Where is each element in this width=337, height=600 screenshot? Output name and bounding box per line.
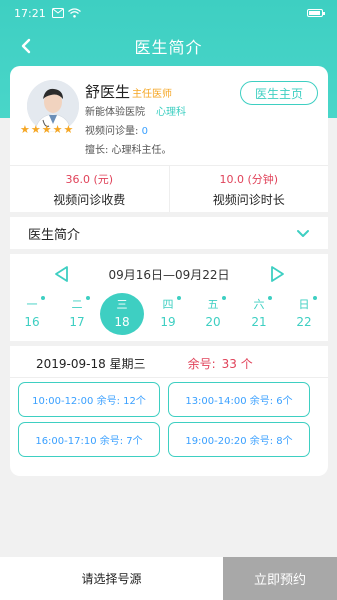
time-slot-button[interactable]: 16:00-17:10 余号: 7个 bbox=[18, 422, 160, 457]
day-number: 18 bbox=[114, 315, 130, 329]
triangle-left-icon bbox=[55, 266, 68, 282]
doctor-home-button[interactable]: 医生主页 bbox=[240, 81, 318, 105]
day-of-week: 六 bbox=[253, 298, 265, 311]
duration-column: 10.0 (分钟) 视频问诊时长 bbox=[170, 166, 329, 212]
department-link[interactable]: 心理科 bbox=[156, 103, 186, 118]
time-slot-button[interactable]: 19:00-20:20 余号: 8个 bbox=[168, 422, 310, 457]
star-icon: ★ bbox=[52, 123, 63, 136]
day-number: 21 bbox=[251, 315, 267, 329]
day-of-week: 二 bbox=[71, 298, 83, 311]
triangle-right-icon bbox=[271, 266, 284, 282]
day-of-week: 五 bbox=[207, 298, 219, 311]
intro-label: 医生简介 bbox=[28, 227, 81, 243]
status-bar: 17:21 bbox=[0, 0, 337, 26]
doctor-name: 舒医生 bbox=[85, 83, 131, 101]
week-range: 09月16日—09月22日 bbox=[108, 267, 230, 282]
back-button[interactable] bbox=[14, 34, 38, 58]
consult-count-row: 视频问诊量: 0 bbox=[85, 122, 148, 137]
fee-info: 36.0 (元) 视频问诊收费 10.0 (分钟) 视频问诊时长 bbox=[10, 166, 328, 212]
availability-dot bbox=[313, 296, 317, 300]
day-item-selected[interactable]: 三 18 bbox=[100, 293, 144, 335]
chevron-down-icon bbox=[296, 224, 310, 243]
day-number: 22 bbox=[296, 315, 312, 329]
consult-count-value: 0 bbox=[141, 126, 148, 137]
doctor-card: ★ ★ ★ ★ ★ 舒医生 主任医师 新能体验医院 心理科 视频问诊量: 0 擅… bbox=[10, 66, 328, 476]
next-week-button[interactable] bbox=[267, 264, 287, 284]
consult-count-label: 视频问诊量: bbox=[85, 126, 142, 137]
section-gap bbox=[10, 341, 328, 346]
day-item[interactable]: 五 20 bbox=[191, 293, 235, 335]
star-icon: ★ bbox=[63, 123, 74, 136]
star-icon: ★ bbox=[20, 123, 30, 136]
duration-label: 视频问诊时长 bbox=[212, 192, 285, 207]
day-of-week: 三 bbox=[116, 298, 128, 311]
fee-value: 36.0 (元) bbox=[65, 172, 114, 186]
selected-date-row: 2019-09-18 星期三 余号: 33 个 bbox=[10, 349, 328, 377]
intro-toggle[interactable]: 医生简介 bbox=[10, 217, 328, 249]
day-number: 16 bbox=[24, 315, 40, 329]
hospital-name: 新能体验医院 bbox=[85, 107, 145, 118]
prev-week-button[interactable] bbox=[52, 264, 72, 284]
availability-dot bbox=[41, 296, 45, 300]
page-title: 医生简介 bbox=[134, 38, 203, 57]
status-time: 17:21 bbox=[14, 6, 46, 20]
day-picker: 一 16 二 17 三 18 四 19 五 20 六 21 日 22 bbox=[10, 293, 328, 335]
time-slot-button[interactable]: 10:00-12:00 余号: 12个 bbox=[18, 382, 160, 417]
day-number: 17 bbox=[69, 315, 85, 329]
doctor-info: ★ ★ ★ ★ ★ 舒医生 主任医师 新能体验医院 心理科 视频问诊量: 0 擅… bbox=[10, 66, 328, 164]
availability-dot bbox=[86, 296, 90, 300]
fee-label: 视频问诊收费 bbox=[53, 192, 126, 207]
book-now-button[interactable]: 立即预约 bbox=[223, 557, 337, 600]
week-selector: 09月16日—09月22日 bbox=[10, 261, 328, 287]
day-of-week: 日 bbox=[298, 298, 310, 311]
day-item[interactable]: 二 17 bbox=[55, 293, 99, 335]
day-of-week: 一 bbox=[26, 298, 38, 311]
day-item[interactable]: 日 22 bbox=[282, 293, 326, 335]
day-item[interactable]: 四 19 bbox=[146, 293, 190, 335]
doctor-title: 主任医师 bbox=[132, 89, 172, 100]
day-of-week: 四 bbox=[162, 298, 174, 311]
chevron-left-icon bbox=[21, 38, 31, 54]
doctor-specialty: 擅长: 心理科主任。 bbox=[85, 145, 172, 156]
remaining-label: 余号: bbox=[187, 356, 216, 371]
section-gap bbox=[10, 249, 328, 254]
selected-date: 2019-09-18 星期三 bbox=[36, 356, 146, 371]
notification-icon bbox=[51, 8, 64, 18]
wifi-icon bbox=[67, 8, 81, 18]
star-icon: ★ bbox=[30, 123, 41, 136]
nav-bar: 医生简介 bbox=[0, 28, 337, 64]
battery-icon bbox=[307, 9, 325, 17]
time-slot-button[interactable]: 13:00-14:00 余号: 6个 bbox=[168, 382, 310, 417]
day-item[interactable]: 六 21 bbox=[237, 293, 281, 335]
availability-dot bbox=[268, 296, 272, 300]
star-icon: ★ bbox=[41, 123, 52, 136]
day-item[interactable]: 一 16 bbox=[10, 293, 54, 335]
rating-stars: ★ ★ ★ ★ ★ bbox=[20, 123, 73, 136]
slot-selection-hint: 请选择号源 bbox=[0, 557, 223, 600]
day-number: 20 bbox=[205, 315, 221, 329]
day-number: 19 bbox=[160, 315, 176, 329]
divider bbox=[10, 377, 328, 378]
duration-value: 10.0 (分钟) bbox=[219, 172, 279, 186]
remaining-value: 33 个 bbox=[221, 356, 253, 371]
fee-column: 36.0 (元) 视频问诊收费 bbox=[10, 166, 170, 212]
bottom-bar: 请选择号源 立即预约 bbox=[0, 557, 337, 600]
availability-dot bbox=[177, 296, 181, 300]
availability-dot bbox=[222, 296, 226, 300]
